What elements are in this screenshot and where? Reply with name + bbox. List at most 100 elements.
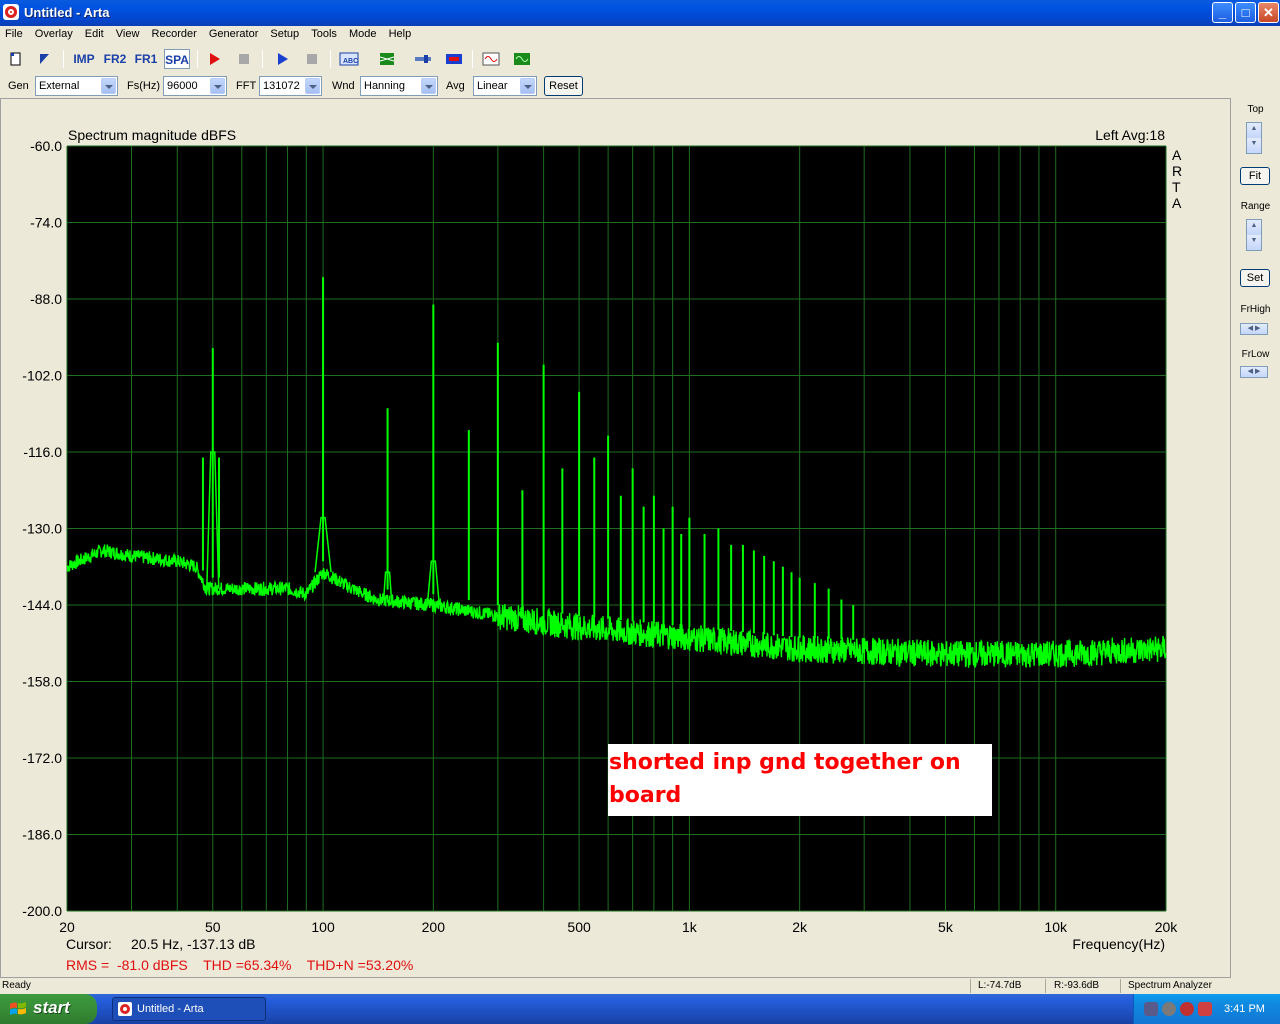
- status-bar: Ready L:-74.7dB R:-93.6dB Spectrum Analy…: [0, 978, 1280, 994]
- windows-flag-icon: [10, 1002, 26, 1015]
- avg-select[interactable]: Linear: [473, 76, 537, 96]
- chevron-down-icon[interactable]: [305, 78, 320, 94]
- clock: 3:41 PM: [1224, 1003, 1265, 1015]
- close-button[interactable]: ✕: [1258, 2, 1279, 23]
- fs-select-value: 96000: [167, 80, 198, 92]
- arta-watermark-letter: A: [1172, 195, 1182, 211]
- gen-select-value: External: [39, 80, 80, 92]
- fft-select[interactable]: 131072: [259, 76, 322, 96]
- stop-icon[interactable]: [233, 49, 255, 69]
- frhigh-spinner[interactable]: ◀ ▶: [1240, 323, 1268, 335]
- chevron-up-icon[interactable]: ▲: [1247, 220, 1261, 235]
- gen-select[interactable]: External: [35, 76, 118, 96]
- menu-recorder[interactable]: Recorder: [147, 26, 201, 40]
- annotation-box: shorted inp gnd together on board: [608, 744, 992, 816]
- top-spinner[interactable]: ▲ ▼: [1246, 122, 1262, 154]
- x-tick-label: 20k: [1155, 919, 1179, 935]
- cursor-label: Cursor:: [66, 936, 112, 952]
- menu-file[interactable]: File: [0, 26, 27, 40]
- fs-select[interactable]: 96000: [163, 76, 227, 96]
- chevron-down-icon[interactable]: ▼: [1247, 235, 1261, 250]
- status-ready: Ready: [2, 980, 31, 991]
- menu-mode[interactable]: Mode: [344, 26, 381, 40]
- y-tick-label: -144.0: [22, 597, 62, 613]
- system-tray: 3:41 PM: [1133, 994, 1280, 1024]
- record-icon[interactable]: [203, 49, 225, 69]
- window-title: Untitled - Arta: [24, 5, 110, 20]
- scope-icon[interactable]: [511, 49, 533, 69]
- antivirus-icon[interactable]: [1180, 1002, 1194, 1016]
- y-tick-label: -158.0: [22, 674, 62, 690]
- security-shield-icon[interactable]: [1198, 1002, 1212, 1016]
- settings-bar: Gen External Fs(Hz) 96000 FFT 131072 Wnd…: [0, 74, 1280, 98]
- chevron-down-icon[interactable]: [210, 78, 225, 94]
- chevron-down-icon[interactable]: [421, 78, 436, 94]
- right-panel: Top ▲ ▼ Fit Range ▲ ▼ Set FrHigh ◀ ▶ FrLow…: [1231, 98, 1280, 978]
- fit-button[interactable]: Fit: [1240, 167, 1270, 185]
- menu-tools[interactable]: Tools: [306, 26, 341, 40]
- wave-icon[interactable]: [480, 49, 502, 69]
- frlow-label: FrLow: [1241, 349, 1270, 360]
- window-select[interactable]: Hanning: [360, 76, 438, 96]
- status-right-level: R:-93.6dB: [1054, 980, 1100, 991]
- x-tick-label: 1k: [682, 919, 698, 935]
- arta-watermark-letter: A: [1172, 147, 1182, 163]
- impulse-mode-button[interactable]: IMP: [71, 49, 97, 69]
- y-tick-label: -60.0: [30, 138, 62, 154]
- spectrum-chart[interactable]: Spectrum magnitude dBFS Left Avg:18 -60.…: [0, 98, 1231, 978]
- menu-setup[interactable]: Setup: [265, 26, 303, 40]
- gen-label: Gen: [8, 80, 29, 92]
- network-icon[interactable]: [1144, 1002, 1158, 1016]
- chevron-up-icon[interactable]: ▲: [1247, 123, 1261, 138]
- menu-overlay[interactable]: Overlay: [30, 26, 77, 40]
- menu-help[interactable]: Help: [384, 26, 416, 40]
- new-file-icon[interactable]: [5, 49, 27, 69]
- toolbar: IMP FR2 FR1 SPA ABC: [0, 47, 1280, 71]
- x-axis-label: Frequency(Hz): [1072, 936, 1165, 952]
- start-label: start: [33, 998, 70, 1017]
- frlow-spinner[interactable]: ◀ ▶: [1240, 366, 1268, 378]
- y-tick-label: -102.0: [22, 368, 62, 384]
- meter-icon[interactable]: [443, 49, 465, 69]
- menu-generator[interactable]: Generator: [204, 26, 263, 40]
- taskbar: start Untitled - Arta 3:41 PM: [0, 994, 1280, 1024]
- chevron-down-icon[interactable]: [101, 78, 116, 94]
- fr1-mode-button[interactable]: FR1: [133, 49, 159, 69]
- y-tick-label: -200.0: [22, 903, 62, 919]
- fr2-mode-button[interactable]: FR2: [102, 49, 128, 69]
- reset-button[interactable]: Reset: [544, 76, 583, 96]
- y-tick-label: -172.0: [22, 750, 62, 766]
- fs-label: Fs(Hz): [127, 80, 160, 92]
- maximize-button[interactable]: □: [1235, 2, 1256, 23]
- open-arrow-icon[interactable]: [33, 49, 55, 69]
- abc-icon[interactable]: ABC: [338, 49, 360, 69]
- menu-edit[interactable]: Edit: [80, 26, 108, 40]
- y-tick-label: -130.0: [22, 521, 62, 537]
- chevron-down-icon[interactable]: [520, 78, 535, 94]
- channel-avg-label: Left Avg:18: [1095, 127, 1165, 143]
- x-tick-label: 20: [59, 919, 75, 935]
- menu-view[interactable]: View: [111, 26, 144, 40]
- set-button[interactable]: Set: [1240, 269, 1270, 287]
- stripes-icon[interactable]: [376, 49, 398, 69]
- x-tick-label: 500: [567, 919, 591, 935]
- avg-select-value: Linear: [477, 80, 508, 92]
- wnd-label: Wnd: [332, 80, 355, 92]
- range-label: Range: [1240, 201, 1271, 212]
- stats-readout: RMS = -81.0 dBFS THD =65.34% THD+N =53.2…: [66, 957, 413, 973]
- spa-mode-button[interactable]: SPA: [164, 49, 190, 69]
- avg-label: Avg: [446, 80, 465, 92]
- speaker-icon[interactable]: [1162, 1002, 1176, 1016]
- range-spinner[interactable]: ▲ ▼: [1246, 219, 1262, 251]
- stop-gen-icon[interactable]: [301, 49, 323, 69]
- top-label: Top: [1247, 104, 1264, 115]
- start-button[interactable]: start: [0, 994, 97, 1024]
- arta-app-icon[interactable]: [3, 4, 19, 20]
- taskbar-item-arta[interactable]: Untitled - Arta: [112, 997, 266, 1021]
- slider-icon[interactable]: [412, 49, 434, 69]
- chevron-down-icon[interactable]: ▼: [1247, 138, 1261, 153]
- play-icon[interactable]: [271, 49, 293, 69]
- minimize-button[interactable]: _: [1212, 2, 1233, 23]
- x-tick-label: 2k: [792, 919, 808, 935]
- status-left-level: L:-74.7dB: [978, 980, 1022, 991]
